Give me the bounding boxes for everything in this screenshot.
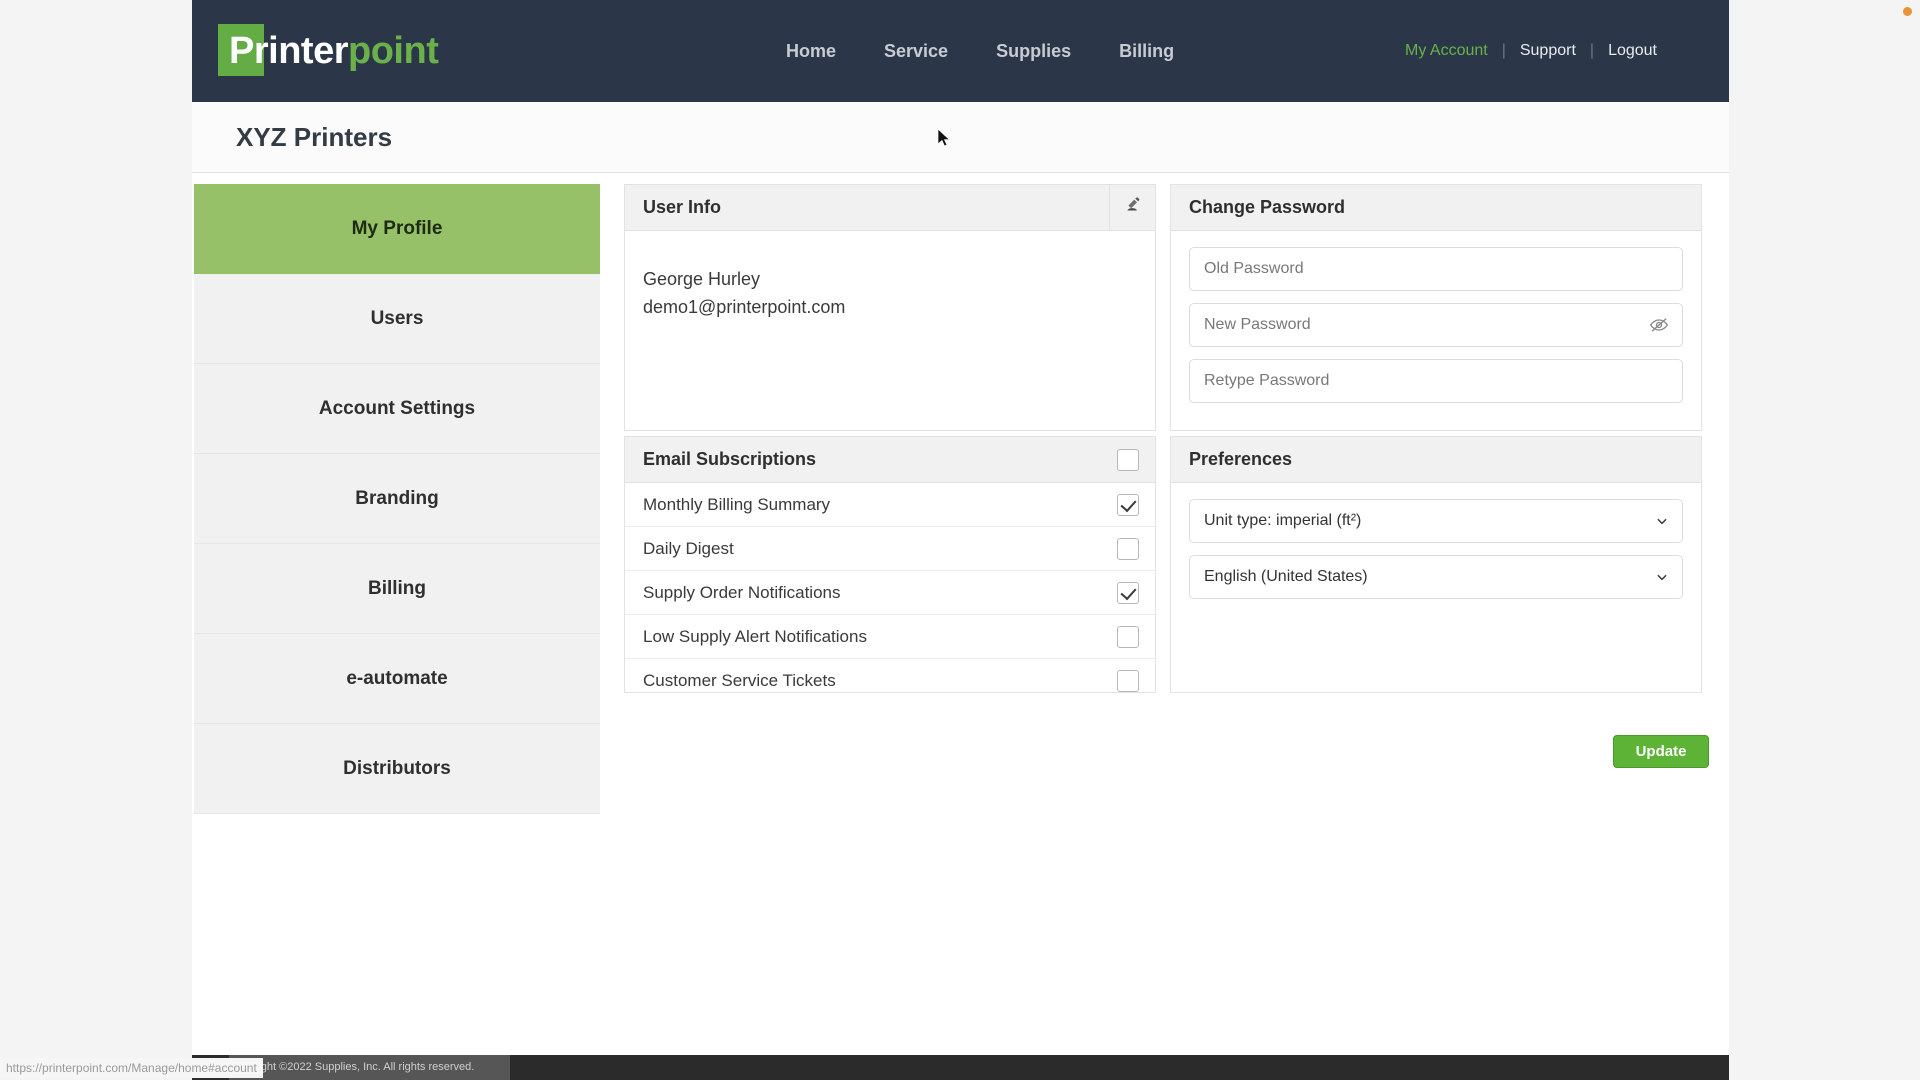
subscription-checkbox-supply-order-notifications[interactable] xyxy=(1117,581,1139,604)
subscription-row-low-supply-alert-notifications[interactable]: Low Supply Alert Notifications xyxy=(625,615,1155,659)
edit-user-info-button[interactable] xyxy=(1109,185,1155,230)
language-select[interactable]: English (United States) xyxy=(1189,555,1683,599)
page-title: XYZ Printers xyxy=(236,122,393,152)
sidebar-item-branding[interactable]: Branding xyxy=(194,454,600,544)
main-menu: Home Service Supplies Billing xyxy=(762,0,1198,102)
change-password-card: Change Password xyxy=(1170,184,1702,431)
subscription-checkbox-customer-service-tickets[interactable] xyxy=(1117,670,1139,692)
subscription-row-supply-order-notifications[interactable]: Supply Order Notifications xyxy=(625,571,1155,615)
sidebar-item-distributors[interactable]: Distributors xyxy=(194,724,600,814)
nav-item-supplies[interactable]: Supplies xyxy=(972,0,1095,102)
top-navigation-bar: Printerpoint Home Service Supplies Billi… xyxy=(192,0,1729,102)
subscription-label: Customer Service Tickets xyxy=(643,671,836,690)
screen: Printerpoint Home Service Supplies Billi… xyxy=(0,0,1920,1080)
preferences-title: Preferences xyxy=(1189,449,1293,469)
email-subscriptions-card-header: Email Subscriptions xyxy=(625,437,1155,483)
subscription-row-customer-service-tickets[interactable]: Customer Service Tickets xyxy=(625,659,1155,703)
pencil-icon xyxy=(1123,195,1143,220)
subscription-label: Daily Digest xyxy=(643,538,734,558)
sidebar-item-account-settings[interactable]: Account Settings xyxy=(194,364,600,454)
nav-item-home[interactable]: Home xyxy=(762,0,860,102)
update-button[interactable]: Update xyxy=(1613,735,1709,768)
user-info-title: User Info xyxy=(643,197,722,217)
menu-separator: | xyxy=(1501,42,1506,59)
subscription-checkbox-daily-digest[interactable] xyxy=(1117,537,1139,560)
nav-item-billing[interactable]: Billing xyxy=(1095,0,1198,102)
status-dot-icon xyxy=(1903,7,1912,16)
nav-item-support[interactable]: Support xyxy=(1520,42,1576,60)
user-info-card-header: User Info xyxy=(625,185,1155,231)
user-email: demo1@printerpoint.com xyxy=(643,297,846,317)
unit-type-select[interactable]: Unit type: imperial (ft²) xyxy=(1189,499,1683,543)
chevron-down-icon xyxy=(1654,513,1670,529)
sidebar-item-my-profile[interactable]: My Profile xyxy=(194,184,600,274)
printerpoint-logo[interactable]: Printerpoint xyxy=(218,24,439,78)
subscription-checkbox-monthly-billing-summary[interactable] xyxy=(1117,493,1139,516)
eye-slash-icon[interactable] xyxy=(1648,314,1670,336)
sidebar-nav: My Profile Users Account Settings Brandi… xyxy=(194,184,600,814)
change-password-card-header: Change Password xyxy=(1171,185,1701,231)
new-password-input[interactable] xyxy=(1190,304,1682,346)
preferences-form: Unit type: imperial (ft²) English (Unite… xyxy=(1171,483,1701,599)
subscription-label: Monthly Billing Summary xyxy=(643,494,831,514)
browser-status-url: https://printerpoint.com/Manage/home#acc… xyxy=(0,1058,263,1078)
logo-wordmark: Printerpoint xyxy=(218,25,439,77)
footer-bar: Copyright ©2022 Supplies, Inc. All right… xyxy=(192,1055,1729,1080)
nav-item-service[interactable]: Service xyxy=(860,0,972,102)
change-password-form xyxy=(1171,231,1701,403)
email-subscriptions-card: Email Subscriptions Monthly Billing Summ… xyxy=(624,436,1156,693)
nav-item-logout[interactable]: Logout xyxy=(1608,42,1657,60)
old-password-input[interactable] xyxy=(1190,248,1682,290)
preferences-card: Preferences Unit type: imperial (ft²) En… xyxy=(1170,436,1702,693)
user-info-card: User Info George Hurley demo1@printerpoi… xyxy=(624,184,1156,431)
new-password-field[interactable] xyxy=(1189,303,1683,347)
email-subscriptions-list: Monthly Billing Summary Daily Digest Sup… xyxy=(625,483,1155,703)
subscription-row-monthly-billing-summary[interactable]: Monthly Billing Summary xyxy=(625,483,1155,527)
select-all-subscriptions-checkbox[interactable] xyxy=(1117,448,1139,471)
sidebar-item-e-automate[interactable]: e-automate xyxy=(194,634,600,724)
subscription-row-daily-digest[interactable]: Daily Digest xyxy=(625,527,1155,571)
footer-copyright: Copyright ©2022 Supplies, Inc. All right… xyxy=(229,1055,511,1080)
email-subscriptions-title: Email Subscriptions xyxy=(643,449,817,469)
language-selected-value: English (United States) xyxy=(1204,568,1368,585)
user-menu: My Account | Support | Logout xyxy=(1405,0,1657,102)
subscription-label: Supply Order Notifications xyxy=(643,582,841,602)
preferences-card-header: Preferences xyxy=(1171,437,1701,483)
user-info-card-body: George Hurley demo1@printerpoint.com xyxy=(625,231,1155,321)
chevron-down-icon xyxy=(1654,569,1670,585)
logo-text-green: point xyxy=(348,30,439,72)
sub-header: XYZ Printers xyxy=(192,102,1729,173)
sidebar-item-users[interactable]: Users xyxy=(194,274,600,364)
subscription-label: Low Supply Alert Notifications xyxy=(643,626,867,646)
content-area: My Profile Users Account Settings Brandi… xyxy=(192,173,1729,1054)
retype-password-field[interactable] xyxy=(1189,359,1683,403)
nav-item-my-account[interactable]: My Account xyxy=(1405,42,1488,60)
user-name: George Hurley xyxy=(643,269,761,289)
menu-separator: | xyxy=(1589,42,1595,59)
sidebar-item-billing[interactable]: Billing xyxy=(194,544,600,634)
change-password-title: Change Password xyxy=(1189,197,1346,217)
subscription-checkbox-low-supply-alert-notifications[interactable] xyxy=(1117,625,1139,648)
logo-text-white: rinter xyxy=(253,30,349,72)
app-page: Printerpoint Home Service Supplies Billi… xyxy=(192,0,1729,1080)
logo-mark-letter: P xyxy=(229,30,254,72)
retype-password-input[interactable] xyxy=(1190,360,1682,402)
unit-type-selected-value: Unit type: imperial (ft²) xyxy=(1204,512,1362,529)
old-password-field[interactable] xyxy=(1189,247,1683,291)
